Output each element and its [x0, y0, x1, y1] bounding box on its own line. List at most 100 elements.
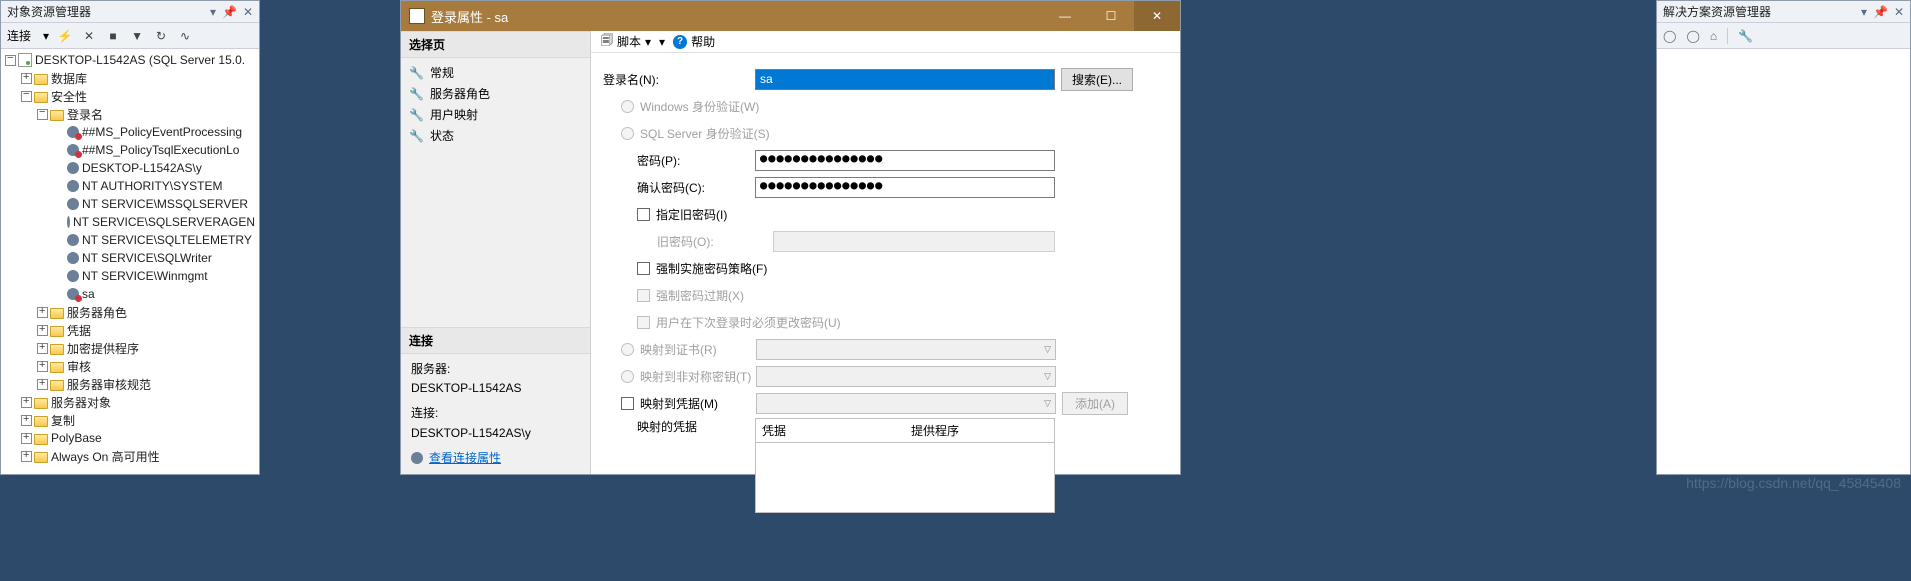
dropdown-icon[interactable]: ▾	[1861, 5, 1867, 19]
tree-login-item[interactable]: NT SERVICE\SQLSERVERAGEN	[1, 213, 259, 231]
forward-icon[interactable]: ◯	[1686, 29, 1699, 43]
script-label: 脚本	[617, 33, 641, 50]
dropdown-icon[interactable]: ▾	[210, 5, 216, 19]
search-button[interactable]: 搜索(E)...	[1061, 68, 1133, 91]
pin-icon[interactable]: 📌	[222, 5, 237, 19]
wrench-icon[interactable]: 🔧	[1738, 29, 1753, 43]
page-general[interactable]: 🔧常规	[401, 62, 590, 83]
tree-replication[interactable]: 复制	[1, 411, 259, 429]
tree-login-item[interactable]: NT SERVICE\MSSQLSERVER	[1, 195, 259, 213]
item-label: ##MS_PolicyEventProcessing	[82, 125, 242, 139]
collapse-icon[interactable]	[21, 91, 32, 102]
login-icon	[67, 234, 79, 246]
page-status[interactable]: 🔧状态	[401, 125, 590, 146]
back-icon[interactable]: ◯	[1663, 29, 1676, 43]
tree-login-sa[interactable]: sa	[1, 285, 259, 303]
server-label: 服务器:	[411, 360, 580, 379]
item-label: 登录名	[67, 106, 103, 123]
expand-icon[interactable]	[21, 415, 32, 426]
disconnect-icon[interactable]: ✕	[81, 28, 97, 44]
expand-icon[interactable]	[37, 379, 48, 390]
tree-login-item[interactable]: DESKTOP-L1542AS\y	[1, 159, 259, 177]
tree-login-item[interactable]: NT SERVICE\Winmgmt	[1, 267, 259, 285]
login-properties-dialog: 登录属性 - sa — ☐ ✕ 选择页 🔧常规 🔧服务器角色 🔧用户映射 🔧状态…	[400, 0, 1181, 475]
tree-databases[interactable]: 数据库	[1, 69, 259, 87]
expand-icon[interactable]	[37, 343, 48, 354]
page-label: 状态	[430, 127, 454, 144]
connect-label[interactable]: 连接	[7, 27, 31, 44]
password-input[interactable]: ●●●●●●●●●●●●●●●	[755, 150, 1055, 171]
tree-server-roles[interactable]: 服务器角色	[1, 303, 259, 321]
tree-audits[interactable]: 审核	[1, 357, 259, 375]
connect-icon[interactable]: ⚡	[57, 28, 73, 44]
home-icon[interactable]: ⌂	[1710, 29, 1717, 43]
cred-combo: ▽	[756, 393, 1056, 414]
help-icon: ?	[673, 35, 687, 49]
tree-alwayson[interactable]: Always On 高可用性	[1, 447, 259, 465]
tree-credentials[interactable]: 凭据	[1, 321, 259, 339]
item-label: NT SERVICE\SQLSERVERAGEN	[73, 215, 255, 229]
expand-icon[interactable]	[21, 397, 32, 408]
tree-server-objects[interactable]: 服务器对象	[1, 393, 259, 411]
enforce-expiry-checkbox	[637, 289, 650, 302]
login-icon	[67, 270, 79, 282]
wrench-icon: 🔧	[409, 66, 424, 80]
expand-icon[interactable]	[37, 325, 48, 336]
specify-old-checkbox[interactable]	[637, 208, 650, 221]
tree-polybase[interactable]: PolyBase	[1, 429, 259, 447]
tree-login-item[interactable]: ##MS_PolicyTsqlExecutionLo	[1, 141, 259, 159]
login-disabled-icon	[67, 126, 79, 138]
add-button: 添加(A)	[1062, 392, 1128, 415]
map-cred-checkbox[interactable]	[621, 397, 634, 410]
tree-crypto[interactable]: 加密提供程序	[1, 339, 259, 357]
tree-login-item[interactable]: NT SERVICE\SQLWriter	[1, 249, 259, 267]
refresh-icon[interactable]: ↻	[153, 28, 169, 44]
tree-logins[interactable]: 登录名	[1, 105, 259, 123]
item-label: Always On 高可用性	[51, 448, 160, 465]
old-password-input	[773, 231, 1055, 252]
folder-icon	[34, 452, 48, 463]
collapse-icon[interactable]	[5, 55, 16, 66]
stop-icon[interactable]: ■	[105, 28, 121, 44]
page-server-roles[interactable]: 🔧服务器角色	[401, 83, 590, 104]
dropdown-arrow-icon[interactable]: ▾	[43, 29, 49, 43]
tree-login-item[interactable]: NT AUTHORITY\SYSTEM	[1, 177, 259, 195]
tree-security[interactable]: 安全性	[1, 87, 259, 105]
expand-icon[interactable]	[21, 433, 32, 444]
tree-audit-specs[interactable]: 服务器审核规范	[1, 375, 259, 393]
pin-icon[interactable]: 📌	[1873, 5, 1888, 19]
tree-login-item[interactable]: NT SERVICE\SQLTELEMETRY	[1, 231, 259, 249]
activity-icon[interactable]: ∿	[177, 28, 193, 44]
confirm-password-label: 确认密码(C):	[603, 179, 755, 196]
expand-icon[interactable]	[37, 361, 48, 372]
script-button[interactable]: 🗐脚本▾	[601, 31, 651, 52]
help-button[interactable]: ?帮助	[673, 33, 715, 50]
expand-icon[interactable]	[37, 307, 48, 318]
item-label: 凭据	[67, 322, 91, 339]
login-icon	[67, 198, 79, 210]
maximize-button[interactable]: ☐	[1088, 1, 1134, 31]
confirm-password-input[interactable]: ●●●●●●●●●●●●●●●	[755, 177, 1055, 198]
minimize-button[interactable]: —	[1042, 1, 1088, 31]
map-asymkey-radio	[621, 370, 634, 383]
filter-icon[interactable]: ▼	[129, 28, 145, 44]
tree-root[interactable]: DESKTOP-L1542AS (SQL Server 15.0.	[1, 51, 259, 69]
collapse-icon[interactable]	[37, 109, 48, 120]
solution-explorer-header: 解决方案资源管理器 ▾ 📌 ✕	[1657, 1, 1910, 23]
close-icon[interactable]: ✕	[243, 5, 253, 19]
view-conn-props-link[interactable]: 查看连接属性	[429, 449, 501, 468]
object-explorer-header: 对象资源管理器 ▾ 📌 ✕	[1, 1, 259, 23]
dialog-titlebar[interactable]: 登录属性 - sa — ☐ ✕	[401, 1, 1180, 31]
close-icon[interactable]: ✕	[1894, 5, 1904, 19]
close-button[interactable]: ✕	[1134, 1, 1180, 31]
expand-icon[interactable]	[21, 451, 32, 462]
page-user-mapping[interactable]: 🔧用户映射	[401, 104, 590, 125]
enforce-policy-checkbox[interactable]	[637, 262, 650, 275]
tree-login-item[interactable]: ##MS_PolicyEventProcessing	[1, 123, 259, 141]
expand-icon[interactable]	[21, 73, 32, 84]
cred-list[interactable]	[755, 443, 1055, 513]
login-icon	[67, 216, 70, 228]
dropdown-arrow-icon: ▾	[645, 35, 651, 49]
login-name-input[interactable]	[755, 69, 1055, 90]
item-label: NT SERVICE\SQLWriter	[82, 251, 212, 265]
